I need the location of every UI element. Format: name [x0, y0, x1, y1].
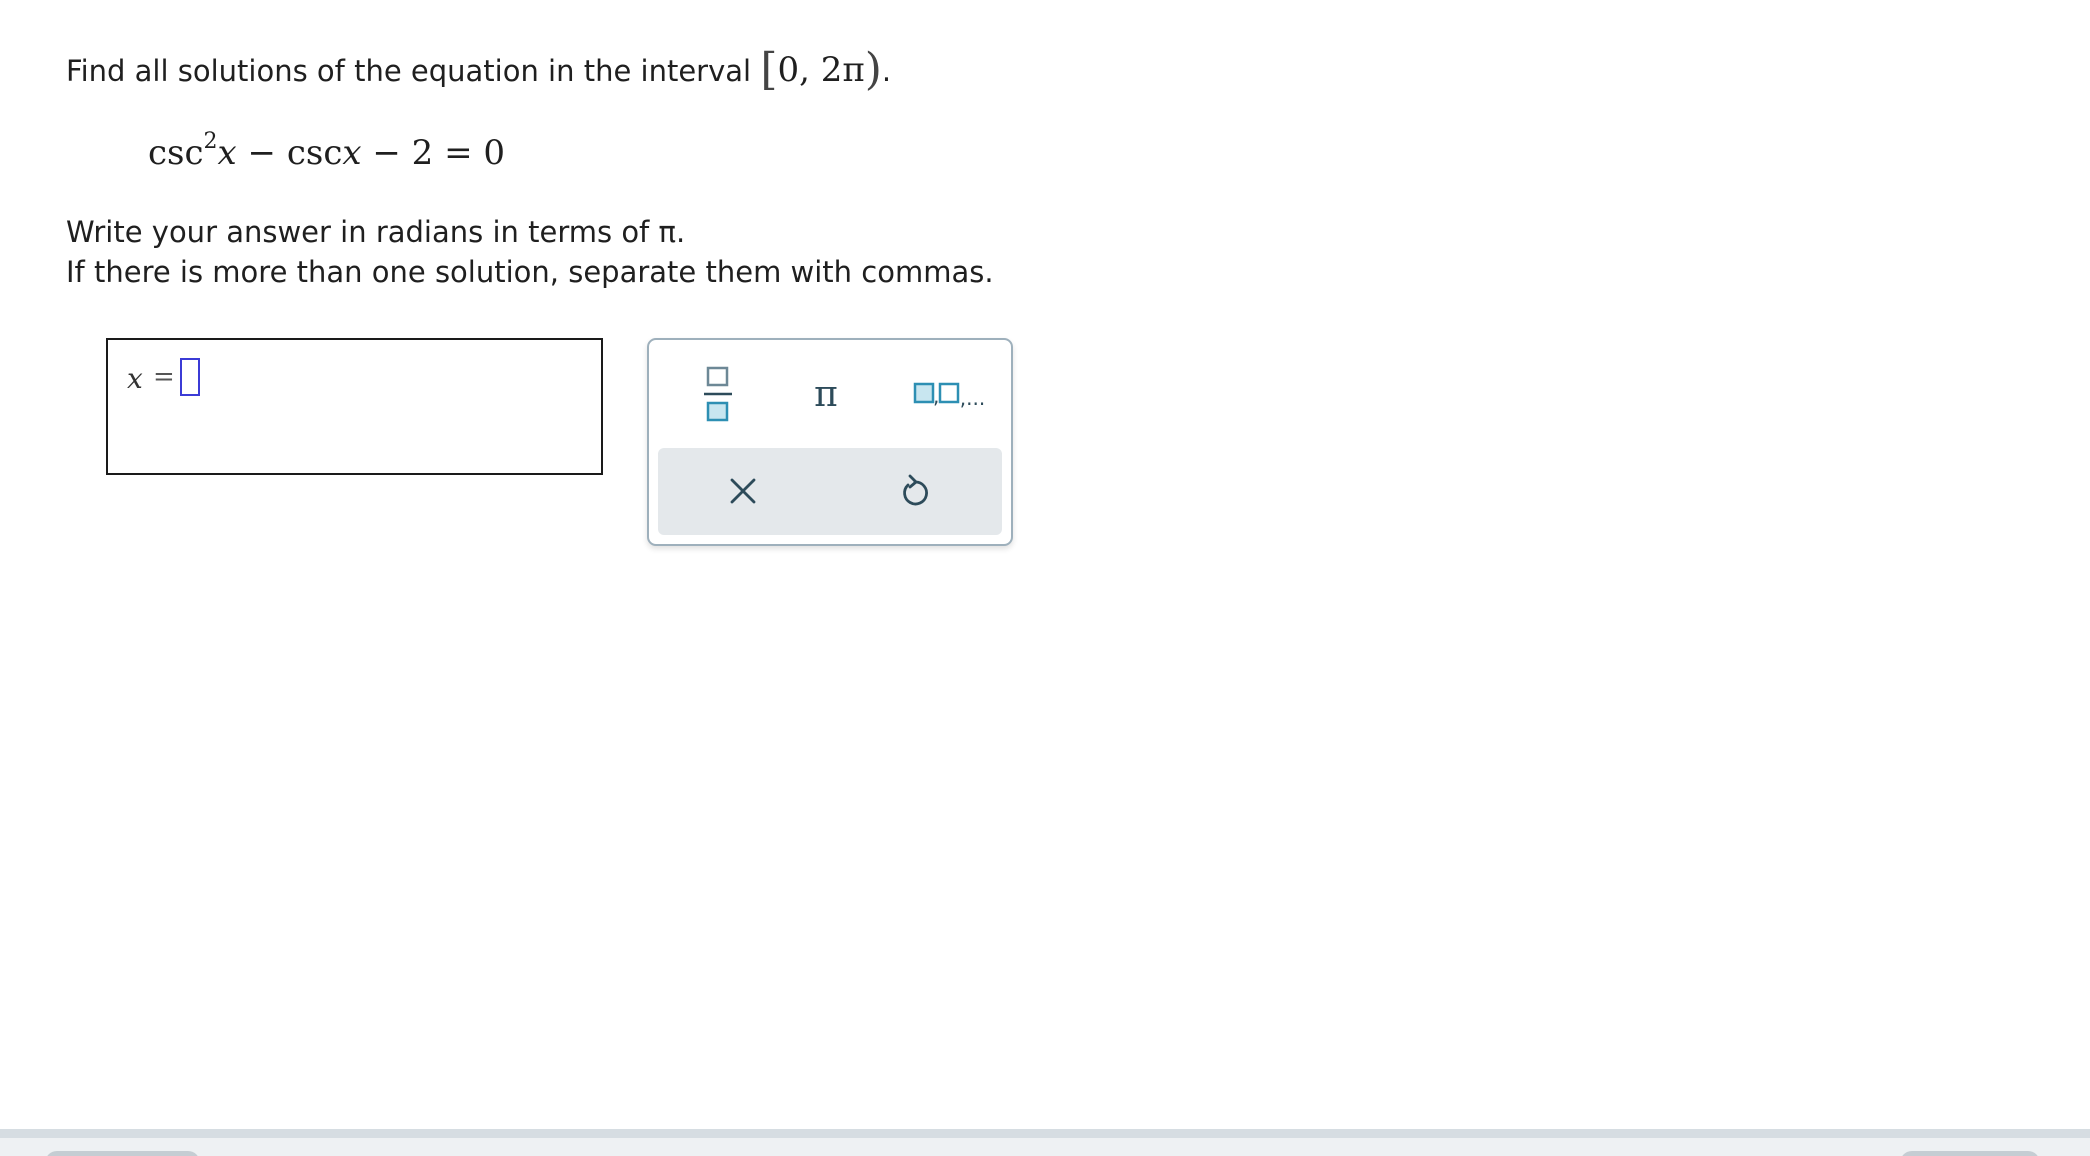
equation-var1: x	[217, 133, 237, 173]
close-icon	[730, 478, 756, 504]
math-keypad: π , ,...	[647, 338, 1013, 546]
clear-button[interactable]	[718, 466, 768, 516]
equation-minus: −	[236, 133, 287, 173]
instruction-commas: If there is more than one solution, sepa…	[66, 255, 994, 289]
equation-rest: − 2 = 0	[361, 133, 506, 173]
answer-variable: x	[127, 362, 143, 395]
bottom-right-button[interactable]	[1900, 1151, 2040, 1156]
equation-power: 2	[203, 128, 218, 154]
keypad-action-bar	[658, 448, 1002, 535]
equation-var2: x	[342, 133, 362, 173]
question-prompt: Find all solutions of the equation in th…	[66, 48, 892, 92]
answer-box[interactable]: x =	[106, 338, 603, 475]
interval-close-bracket: )	[864, 44, 882, 95]
instructions: Write your answer in radians in terms of…	[66, 212, 994, 292]
interval-open-bracket: [	[760, 44, 778, 95]
fraction-icon	[704, 366, 732, 422]
undo-button[interactable]	[890, 466, 940, 516]
list-button[interactable]: , ,...	[905, 364, 993, 424]
bottom-left-button[interactable]	[45, 1151, 200, 1156]
svg-text:,: ,	[933, 384, 939, 408]
answer-input[interactable]	[180, 358, 200, 396]
equation-fn1: csc	[148, 133, 204, 173]
list-suffix: ,...	[959, 386, 986, 410]
equation: csc2x − cscx − 2 = 0	[148, 128, 505, 178]
instruction-radians: Write your answer in radians in terms of…	[66, 215, 686, 249]
answer-equals: =	[153, 362, 175, 392]
pi-button[interactable]: π	[797, 364, 855, 424]
interval-body: 0, 2π	[777, 50, 865, 90]
equation-fn2: csc	[286, 133, 343, 173]
bottom-toolbar	[0, 1129, 2090, 1156]
undo-icon	[903, 474, 928, 506]
interval: [0, 2π)	[760, 48, 882, 92]
prompt-text: Find all solutions of the equation in th…	[66, 54, 752, 88]
prompt-period: .	[881, 54, 892, 88]
fraction-button[interactable]	[689, 364, 747, 424]
